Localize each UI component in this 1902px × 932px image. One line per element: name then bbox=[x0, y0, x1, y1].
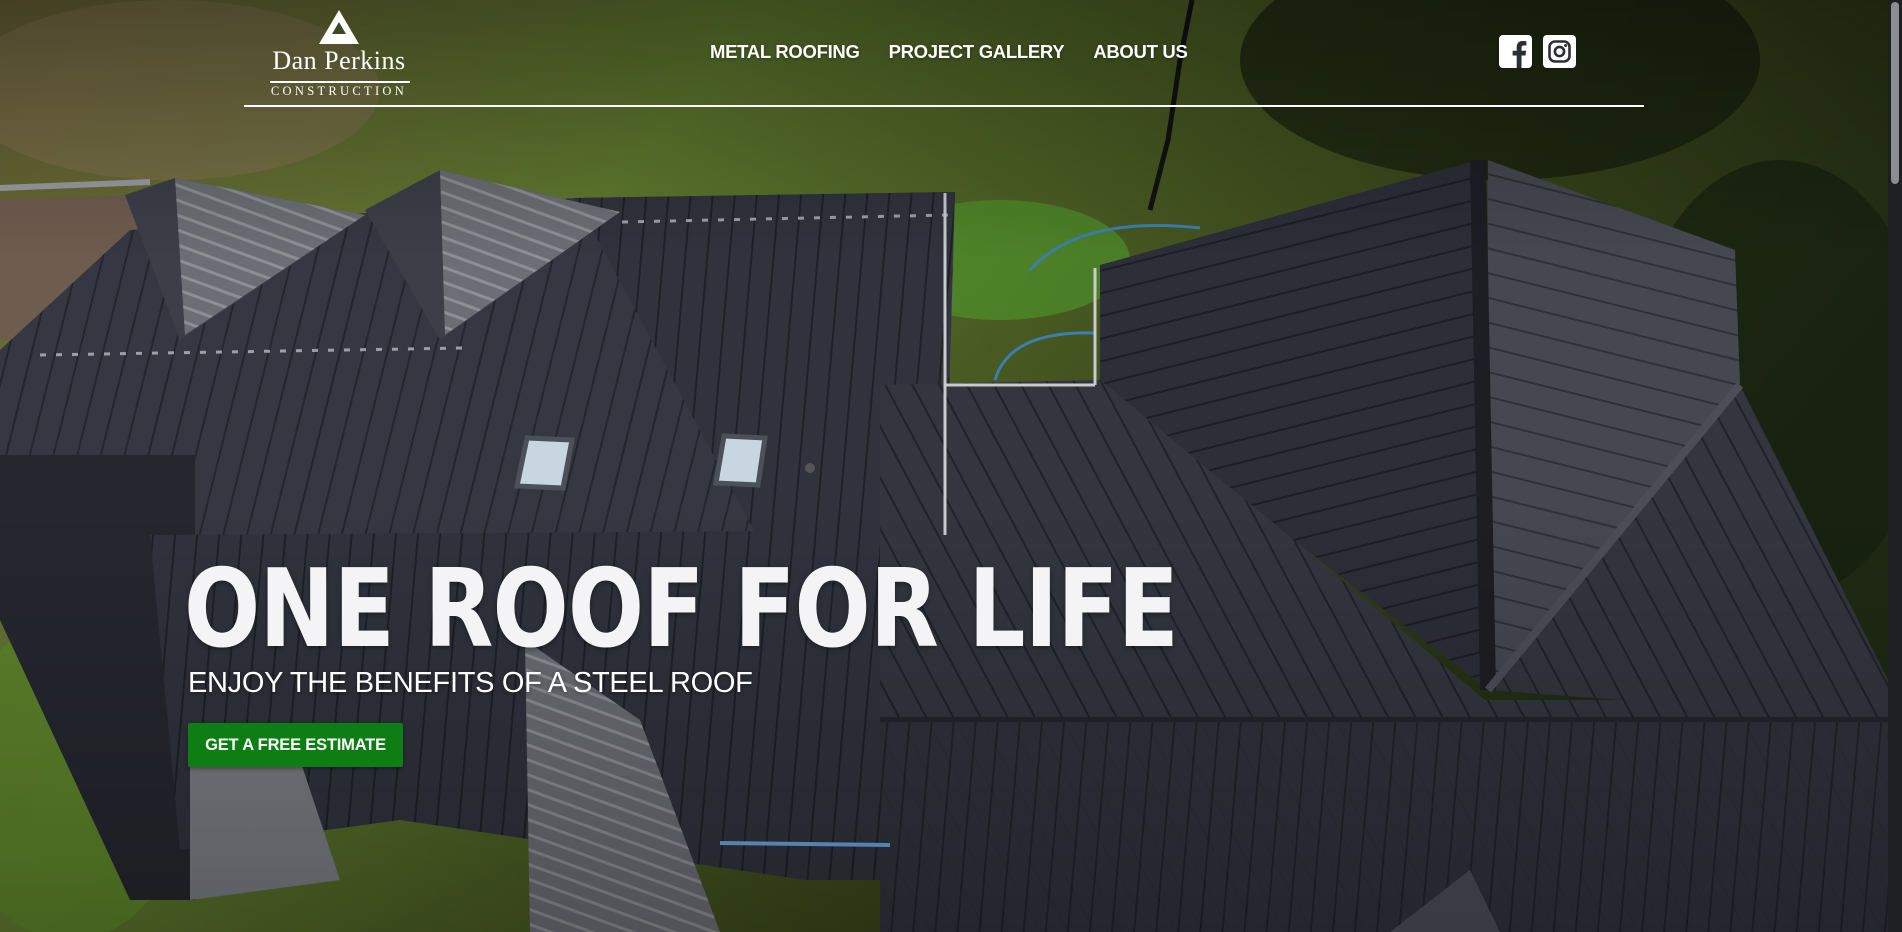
instagram-link[interactable] bbox=[1543, 35, 1576, 68]
header-divider bbox=[244, 105, 1644, 107]
facebook-link[interactable] bbox=[1499, 35, 1532, 68]
hero-headline: ONE ROOF FOR LIFE bbox=[184, 547, 1179, 672]
social-links bbox=[1499, 35, 1576, 68]
site-header: Dan Perkins Construction METAL ROOFING P… bbox=[244, 0, 1644, 108]
hero-section: Dan Perkins Construction METAL ROOFING P… bbox=[0, 0, 1888, 932]
main-nav: METAL ROOFING PROJECT GALLERY ABOUT US bbox=[710, 40, 1188, 64]
nav-item-project-gallery[interactable]: PROJECT GALLERY bbox=[889, 40, 1065, 64]
brand-logo[interactable]: Dan Perkins Construction bbox=[264, 10, 414, 100]
nav-item-metal-roofing[interactable]: METAL ROOFING bbox=[710, 40, 860, 64]
instagram-icon bbox=[1543, 35, 1576, 68]
hero-subheadline: ENJOY THE BENEFITS OF A STEEL ROOF bbox=[188, 667, 753, 699]
brand-subtitle: Construction bbox=[270, 84, 408, 98]
nav-item-about-us[interactable]: ABOUT US bbox=[1093, 40, 1188, 64]
free-estimate-button[interactable]: GET A FREE ESTIMATE bbox=[188, 723, 403, 767]
scrollbar-thumb[interactable] bbox=[1891, 2, 1899, 184]
peak-logo-icon bbox=[319, 10, 359, 44]
facebook-icon bbox=[1499, 35, 1532, 68]
page-scrollbar[interactable] bbox=[1888, 0, 1902, 932]
hero-roof-photo bbox=[0, 0, 1888, 932]
brand-name: Dan Perkins bbox=[272, 46, 406, 75]
